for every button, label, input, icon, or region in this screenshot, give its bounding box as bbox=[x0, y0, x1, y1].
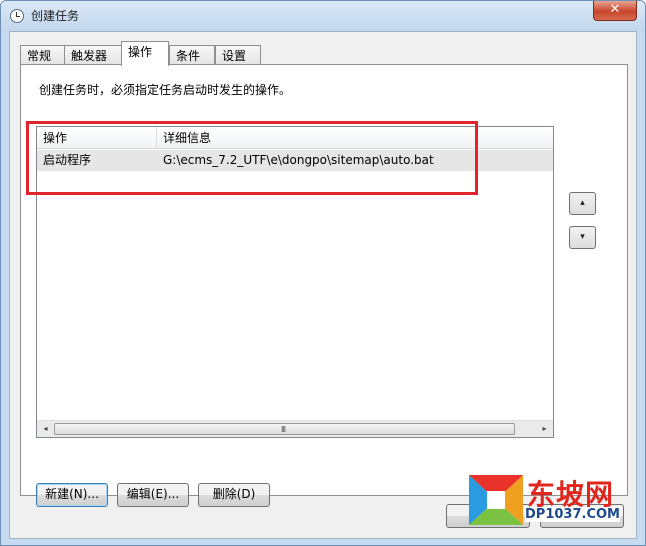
create-task-window: 创建任务 ✕ 常规 触发器 操作 条件 设置 创建任务时，必须指定任务启动时发生… bbox=[0, 0, 646, 546]
title-bar[interactable]: 创建任务 ✕ bbox=[1, 1, 645, 31]
panel-description: 创建任务时，必须指定任务启动时发生的操作。 bbox=[39, 83, 292, 97]
tab-settings[interactable]: 设置 bbox=[215, 45, 261, 65]
column-header-details[interactable]: 详细信息 bbox=[157, 127, 553, 149]
table-row[interactable]: 启动程序 G:\ecms_7.2_UTF\e\dongpo\sitemap\au… bbox=[37, 150, 553, 171]
watermark-text-en: DP1037.COM bbox=[525, 507, 620, 522]
scroll-left-icon[interactable]: ◂ bbox=[37, 421, 54, 437]
tab-general[interactable]: 常规 bbox=[20, 45, 65, 65]
list-header: 操作 详细信息 bbox=[37, 127, 553, 149]
scroll-right-icon[interactable]: ▸ bbox=[536, 421, 553, 437]
row-details-cell: G:\ecms_7.2_UTF\e\dongpo\sitemap\auto.ba… bbox=[163, 153, 434, 167]
column-header-action[interactable]: 操作 bbox=[37, 127, 157, 149]
row-action-cell: 启动程序 bbox=[43, 153, 92, 167]
horizontal-scrollbar[interactable]: ◂ III ▸ bbox=[37, 420, 553, 437]
delete-action-button[interactable]: 删除(D) bbox=[198, 483, 270, 507]
actions-list[interactable]: 操作 详细信息 启动程序 G:\ecms_7.2_UTF\e\dongpo\si… bbox=[36, 126, 554, 438]
window-title: 创建任务 bbox=[31, 9, 80, 23]
tab-triggers[interactable]: 触发器 bbox=[64, 45, 122, 65]
dialog-body: 常规 触发器 操作 条件 设置 创建任务时，必须指定任务启动时发生的操作。 操作… bbox=[9, 31, 637, 539]
move-down-button[interactable]: ▾ bbox=[569, 226, 596, 249]
move-up-button[interactable]: ▴ bbox=[569, 192, 596, 215]
tab-actions[interactable]: 操作 bbox=[121, 41, 169, 66]
watermark-logo-icon bbox=[469, 475, 523, 525]
scroll-thumb[interactable]: III bbox=[54, 423, 515, 435]
new-action-button[interactable]: 新建(N)... bbox=[36, 483, 108, 507]
tab-conditions[interactable]: 条件 bbox=[169, 45, 215, 65]
site-watermark: 东坡网 DP1037.COM bbox=[467, 471, 639, 531]
edit-action-button[interactable]: 编辑(E)... bbox=[117, 483, 189, 507]
grip-icon: III bbox=[281, 425, 286, 434]
clock-icon bbox=[10, 9, 24, 23]
close-button[interactable]: ✕ bbox=[593, 1, 637, 21]
actions-panel: 创建任务时，必须指定任务启动时发生的操作。 操作 详细信息 启动程序 G:\ec… bbox=[20, 64, 628, 507]
